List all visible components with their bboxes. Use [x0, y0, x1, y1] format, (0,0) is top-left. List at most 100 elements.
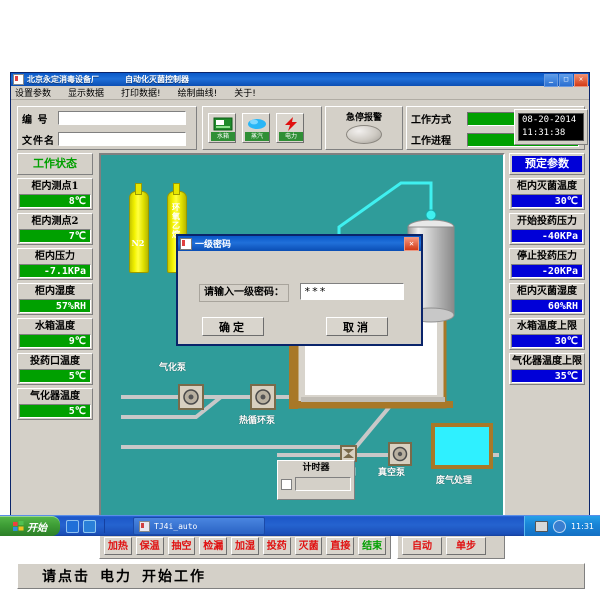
menubar: 设置参数 显示数据 打印数据! 绘制曲线! 关于! [11, 86, 589, 100]
window-title-company: 北京永定消毒设备厂 [27, 75, 99, 84]
sensor-label: 气化器温度 [30, 391, 80, 402]
emergency-stop-label: 急停报警 [345, 113, 382, 123]
application-window: 北京永定消毒设备厂 自动化灭菌控制器 _ □ ✕ 设置参数 显示数据 打印数据! … [10, 72, 590, 589]
preset-cell-tank-temperature-limit[interactable]: 水箱温度上限 30℃ [509, 318, 585, 350]
timer-input[interactable] [295, 477, 351, 491]
preset-value: 30℃ [511, 334, 583, 348]
id-input[interactable] [58, 111, 186, 125]
button-humidify[interactable]: 加湿 [231, 537, 259, 555]
work-status-heading-cell: 工作状态 [17, 153, 93, 175]
password-dialog: 一级密码 ✕ 请输入一级密码： *** 确定 取消 [176, 234, 423, 346]
preset-label: 柜内灭菌温度 [517, 181, 577, 192]
window-title: 北京永定消毒设备厂 自动化灭菌控制器 [27, 74, 189, 85]
sensor-value: 9℃ [19, 334, 91, 348]
preset-label: 开始投药压力 [517, 216, 577, 227]
taskbar-item-label: TJ4i_auto [154, 521, 198, 531]
power-button[interactable]: 电力 [276, 113, 304, 143]
quick-launch-bar [60, 519, 102, 533]
timer-checkbox[interactable] [281, 478, 292, 490]
dialog-close-icon[interactable]: ✕ [404, 237, 419, 251]
sensor-value: 5℃ [19, 404, 91, 418]
operation-button-row: 加热 保温 抽空 检漏 加湿 投药 灭菌 直接 结束 自动 单步 [99, 533, 505, 559]
status-part-2: 电力 [100, 569, 132, 585]
app-icon [13, 74, 24, 85]
volume-icon[interactable] [552, 519, 566, 533]
sensor-value: -7.1KPa [19, 264, 91, 278]
preset-cell-dosing-start-pressure[interactable]: 开始投药压力 -40KPa [509, 213, 585, 245]
sensor-cell-cabinet-point-2: 柜内测点2 7℃ [17, 213, 93, 245]
button-finish[interactable]: 结束 [358, 537, 387, 555]
water-tank-button[interactable]: 水箱 [208, 113, 236, 143]
windows-flag-icon [13, 520, 24, 531]
preset-value: 60%RH [511, 299, 583, 313]
dialog-body: 请输入一级密码： *** 确定 取消 [178, 251, 421, 346]
taskbar: 开始 TJ4i_auto 11:31 [0, 515, 600, 536]
steam-button[interactable]: 蒸汽 [242, 113, 270, 143]
system-tray: 11:31 [523, 516, 600, 536]
sensor-value: 57%RH [19, 299, 91, 313]
preset-value: 30℃ [511, 194, 583, 208]
exhaust-treatment-label: 废气处理 [436, 476, 473, 486]
process-button-group: 加热 保温 抽空 检漏 加湿 投药 灭菌 直接 结束 [99, 533, 391, 559]
button-automatic[interactable]: 自动 [402, 537, 442, 555]
button-single-step[interactable]: 单步 [446, 537, 486, 555]
window-titlebar[interactable]: 北京永定消毒设备厂 自动化灭菌控制器 _ □ ✕ [11, 73, 589, 87]
menu-item-draw-curve[interactable]: 绘制曲线! [178, 86, 218, 99]
button-keep-warm[interactable]: 保温 [135, 537, 164, 555]
network-icon[interactable] [534, 520, 548, 532]
preset-cell-sterilize-temperature[interactable]: 柜内灭菌温度 30℃ [509, 178, 585, 210]
status-part-1: 请点击 [42, 569, 90, 585]
password-prompt-label: 请输入一级密码： [199, 284, 289, 302]
window-controls: _ □ ✕ [544, 74, 588, 87]
taskbar-item-tj4i-auto[interactable]: TJ4i_auto [133, 517, 265, 535]
desktop: 北京永定消毒设备厂 自动化灭菌控制器 _ □ ✕ 设置参数 显示数据 打印数据! … [0, 0, 600, 600]
preset-value: -20KPa [511, 264, 583, 278]
button-evacuate[interactable]: 抽空 [167, 537, 196, 555]
timer-title: 计时器 [302, 463, 330, 473]
browser-icon[interactable] [66, 519, 79, 533]
button-sterilize[interactable]: 灭菌 [294, 537, 323, 555]
menu-item-about[interactable]: 关于! [234, 86, 256, 99]
menu-item-display-data[interactable]: 显示数据 [68, 86, 104, 99]
clock-panel: 08-20-2014 11:31:38 [514, 109, 588, 145]
header-row: 编 号 文件名 水箱 蒸汽 电力 急停报警 工作方式 工作进程 08-20-20… [17, 106, 588, 150]
timer-row [278, 475, 354, 493]
maximize-button[interactable]: □ [559, 74, 573, 87]
source-buttons-panel: 水箱 蒸汽 电力 [202, 106, 322, 150]
steam-caption: 蒸汽 [245, 132, 269, 141]
button-direct[interactable]: 直接 [326, 537, 355, 555]
power-icon [285, 117, 297, 131]
work-status-heading: 工作状态 [33, 157, 77, 170]
button-dosing[interactable]: 投药 [262, 537, 291, 555]
preset-cell-sterilize-humidity[interactable]: 柜内灭菌湿度 60%RH [509, 283, 585, 315]
tray-clock[interactable]: 11:31 [571, 522, 594, 531]
source-buttons: 水箱 蒸汽 电力 [203, 107, 321, 143]
media-player-icon[interactable] [83, 519, 96, 533]
preset-cell-dosing-stop-pressure[interactable]: 停止投药压力 -20KPa [509, 248, 585, 280]
dialog-title: 一级密码 [195, 240, 232, 250]
button-heat[interactable]: 加热 [104, 537, 132, 555]
button-leak-test[interactable]: 检漏 [199, 537, 228, 555]
menu-item-print-data[interactable]: 打印数据! [121, 86, 161, 99]
close-button[interactable]: ✕ [574, 74, 588, 87]
timer-panel: 计时器 [277, 460, 355, 500]
start-button[interactable]: 开始 [0, 516, 60, 536]
id-label: 编 号 [22, 114, 49, 126]
dialog-titlebar[interactable]: 一级密码 ✕ [178, 236, 421, 251]
dialog-ok-button[interactable]: 确定 [202, 317, 264, 336]
clock-display: 08-20-2014 11:31:38 [518, 113, 584, 141]
menu-item-settings[interactable]: 设置参数 [15, 86, 51, 99]
password-input[interactable]: *** [300, 283, 404, 300]
preset-cell-vaporizer-temperature-limit[interactable]: 气化器温度上限 35℃ [509, 353, 585, 385]
cylinder-eto-valve [173, 183, 180, 195]
window-title-product: 自动化灭菌控制器 [125, 75, 189, 84]
dialog-cancel-button[interactable]: 取消 [326, 317, 388, 336]
status-message-bar: 请点击 电力 开始工作 [17, 563, 585, 589]
power-caption: 电力 [279, 132, 303, 141]
circulation-pump-label: 热循环泵 [239, 416, 276, 426]
steam-icon [248, 119, 266, 129]
filename-input[interactable] [58, 132, 186, 146]
minimize-button[interactable]: _ [544, 74, 558, 87]
sensor-value: 8℃ [19, 194, 91, 208]
emergency-stop-button[interactable] [346, 125, 382, 144]
